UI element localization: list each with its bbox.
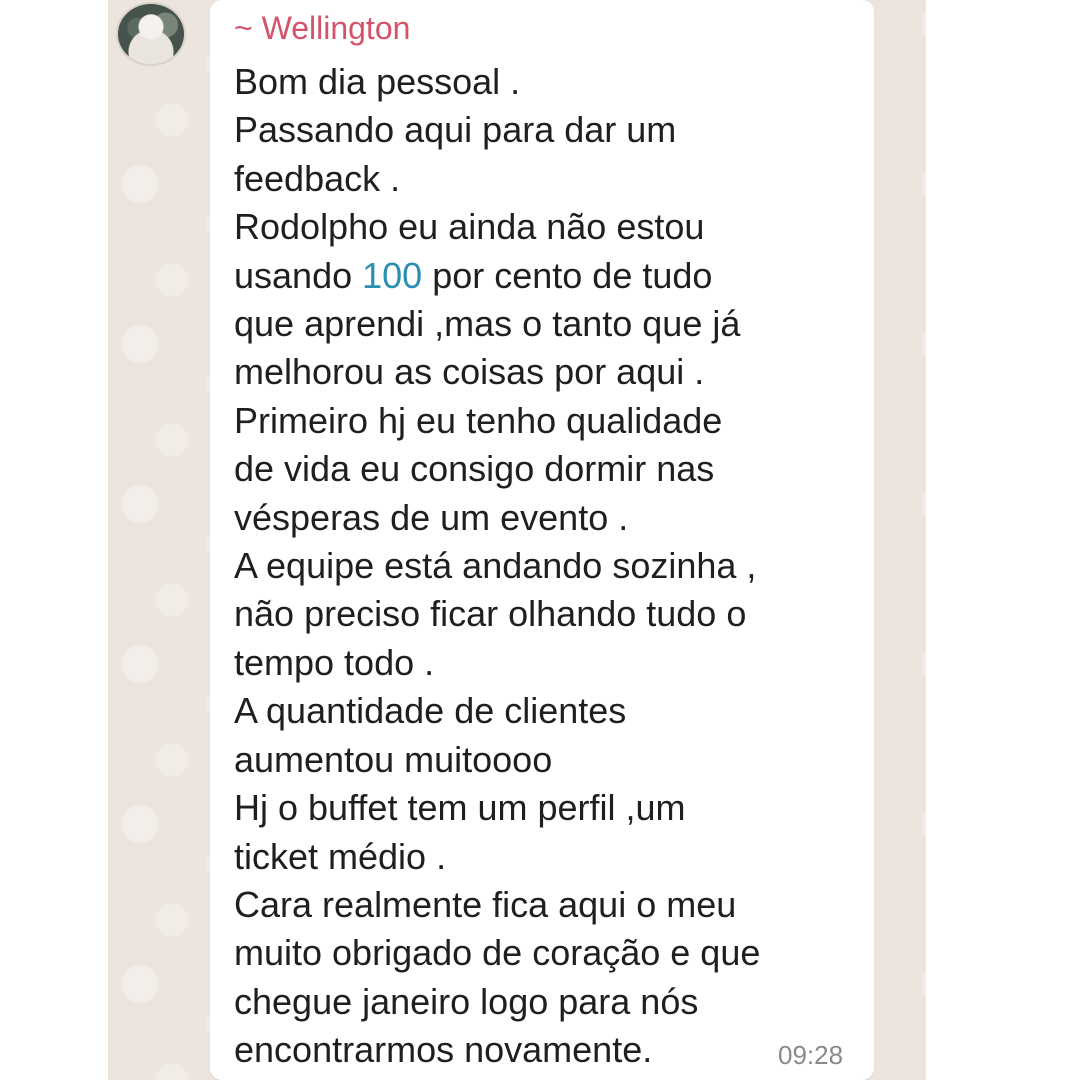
- message-line: Rodolpho eu ainda não estou: [234, 206, 705, 248]
- message-line: encontrarmos novamente.: [234, 1029, 653, 1071]
- message-line: aumentou muitoooo: [234, 738, 553, 780]
- screenshot-frame: ~ Wellington Bom dia pessoal . Passando …: [0, 0, 1080, 1080]
- message-line: Hj o buffet tem um perfil ,um: [234, 787, 686, 829]
- message-text-segment: usando: [234, 254, 363, 296]
- redacted-phone-number: [540, 12, 860, 44]
- phone-link-number[interactable]: 100: [362, 255, 422, 296]
- message-line: feedback .: [234, 157, 401, 199]
- message-line: Passando aqui para dar um: [234, 109, 677, 151]
- message-line: Primeiro hj eu tenho qualidade: [234, 399, 723, 441]
- sender-avatar[interactable]: [116, 2, 186, 66]
- message-line: A equipe está andando sozinha ,: [234, 545, 757, 587]
- message-line: tempo todo .: [234, 641, 435, 683]
- message-line: de vida eu consigo dormir nas: [234, 448, 715, 490]
- message-text-segment: por cento de tudo: [422, 254, 713, 296]
- message-text: Bom dia pessoal . Passando aqui para dar…: [234, 58, 854, 1075]
- message-line: melhorou as coisas por aqui .: [234, 351, 705, 393]
- message-line: vésperas de um evento .: [234, 496, 629, 538]
- message-line: Cara realmente fica aqui o meu: [234, 883, 737, 925]
- message-line: não preciso ficar olhando tudo o: [234, 593, 747, 635]
- message-timestamp: 09:28: [778, 1040, 844, 1070]
- message-line: que aprendi ,mas o tanto que já: [234, 303, 741, 345]
- message-line: usando 100 por cento de tudo: [234, 252, 854, 300]
- message-line: muito obrigado de coração e que: [234, 932, 761, 974]
- message-line: ticket médio .: [234, 835, 447, 877]
- sender-name[interactable]: ~ Wellington: [234, 10, 410, 47]
- message-line: Bom dia pessoal .: [234, 61, 521, 102]
- message-line: chegue janeiro logo para nós: [234, 980, 699, 1022]
- message-line: A quantidade de clientes: [234, 690, 627, 732]
